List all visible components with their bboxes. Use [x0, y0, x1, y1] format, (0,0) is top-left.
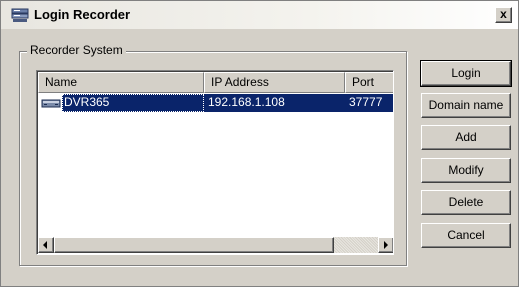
login-button[interactable]: Login — [420, 60, 512, 87]
arrow-right-icon — [384, 241, 388, 249]
delete-button[interactable]: Delete — [421, 190, 511, 215]
login-recorder-dialog: Login Recorder x Recorder System Name IP… — [0, 0, 519, 287]
cell-port: 37777 — [345, 94, 393, 112]
list-header: Name IP Address Port — [38, 72, 393, 93]
cancel-button[interactable]: Cancel — [421, 223, 511, 248]
recorder-list[interactable]: Name IP Address Port DVR365 192.168.1.10… — [36, 70, 394, 255]
close-button[interactable]: x — [495, 7, 512, 23]
dvr-device-icon — [41, 97, 61, 109]
scroll-left-button[interactable] — [38, 237, 54, 253]
column-header-name[interactable]: Name — [38, 72, 204, 93]
scroll-thumb[interactable] — [54, 237, 334, 253]
add-button[interactable]: Add — [421, 125, 511, 150]
table-row[interactable]: DVR365 192.168.1.108 37777 — [38, 94, 393, 112]
close-icon: x — [500, 7, 507, 21]
column-header-port[interactable]: Port — [345, 72, 393, 93]
window-title: Login Recorder — [34, 7, 131, 22]
group-label: Recorder System — [27, 43, 126, 57]
domain-name-button[interactable]: Domain name — [421, 93, 511, 118]
arrow-left-icon — [43, 241, 47, 249]
modify-button[interactable]: Modify — [421, 158, 511, 183]
cell-ip-address: 192.168.1.108 — [204, 94, 345, 112]
scroll-right-button[interactable] — [378, 237, 393, 253]
column-header-ip[interactable]: IP Address — [204, 72, 345, 93]
cell-name: DVR365 — [62, 94, 204, 112]
horizontal-scrollbar[interactable] — [38, 237, 393, 253]
title-bar[interactable]: Login Recorder x — [1, 1, 518, 29]
recorder-icon — [11, 7, 29, 23]
